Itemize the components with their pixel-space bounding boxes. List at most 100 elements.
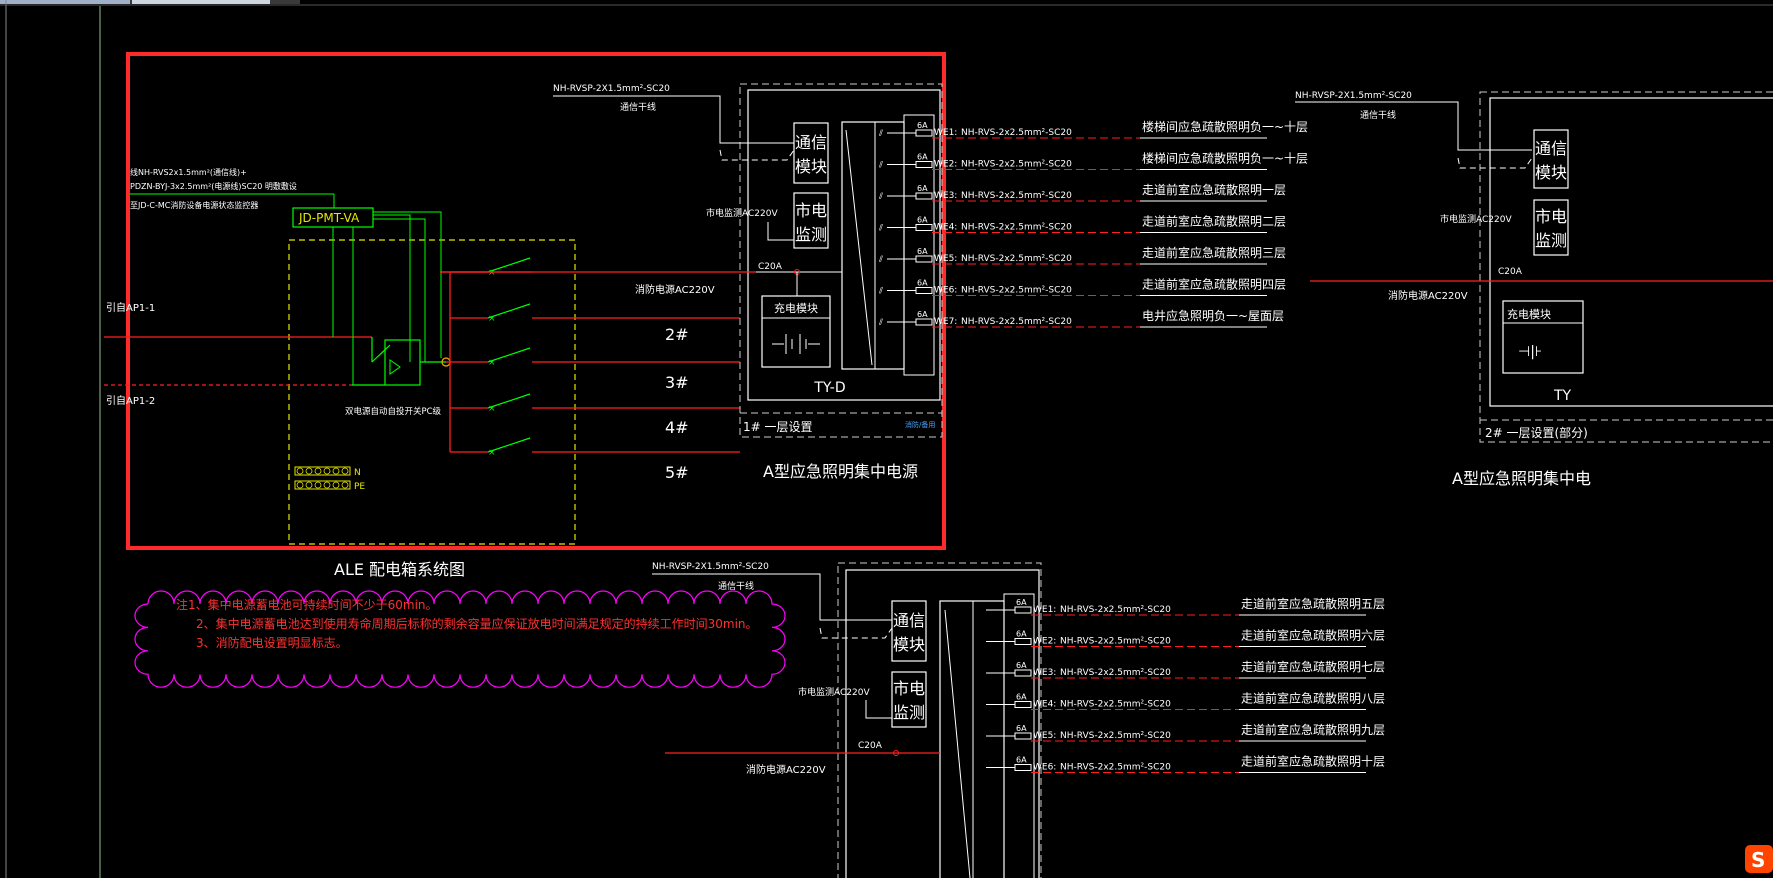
busbar-terminal-0-1 — [305, 467, 313, 475]
unit3-city-label-2: 监测 — [893, 703, 925, 722]
unit3-circuit-cable-3: NH-RVS-2x2.5mm²-SC20 — [1060, 668, 1171, 678]
busbar-terminal-1-5 — [341, 481, 349, 489]
pe-bus-label: PE — [354, 482, 365, 492]
unit3-city-label: 市电 — [893, 679, 925, 698]
unit3-fuse-1 — [1014, 606, 1032, 614]
cable-note-3: 至JD-C-MC消防设备电源状态监控器 — [130, 200, 258, 210]
busbar-terminal-0-3 — [323, 467, 331, 475]
unit1-circuit-desc-2: 楼梯间应急疏散照明负一~十层 — [1142, 151, 1308, 166]
unit3-fuse-rating-1: 6A — [1016, 598, 1027, 607]
unit1-tag: 消防/备用 — [905, 420, 935, 429]
unit1-comm-wire — [553, 95, 794, 144]
cable-note-1: 线NH-RVS2x1.5mm²(通信线)+ — [130, 167, 247, 177]
unit2-comm-wire — [1295, 101, 1532, 151]
unit3-circuits: 6A WE1: NH-RVS-2x2.5mm²-SC20 走道前室应急疏散照明五层 6A… — [986, 596, 1385, 774]
unit1-circuit-desc-5: 走道前室应急疏散照明三层 — [1142, 245, 1286, 260]
unit2-fire-label: 消防电源AC220V — [1388, 289, 1468, 302]
unit1-switch-glyph-4: ⫽ — [878, 224, 883, 234]
unit2-city-power: 市电监测AC220V — [1440, 213, 1512, 225]
unit1-fuse-4 — [915, 224, 933, 231]
unit1-circuit-id-4: WE4: — [934, 223, 957, 233]
unit2-comm-dashed — [1457, 157, 1533, 169]
emergency-unit-2: NH-RVSP-2X1.5mm²-SC20 通信干线 通信 模块 市电 监测 市… — [1295, 91, 1773, 488]
monitor-tap-5 — [373, 211, 442, 358]
unit3-comm-dashed — [819, 627, 893, 639]
unit3-circuit-desc-5: 走道前室应急疏散照明九层 — [1241, 722, 1385, 737]
unit2-caption: A型应急照明集中电 — [1452, 469, 1591, 488]
unit3-circuit-desc-1: 走道前室应急疏散照明五层 — [1241, 596, 1385, 611]
ale-box-title: ALE 配电箱系统图 — [334, 560, 465, 579]
unit3-fuse-rating-4: 6A — [1016, 693, 1027, 702]
unit3-fuse-4 — [1014, 701, 1032, 708]
unit1-fuse-5 — [915, 255, 933, 263]
cad-drawing-canvas[interactable]: 引自AP1-1 引自AP1-2 双电源自动自投开关PC级 JD-PMT-VA 线… — [0, 0, 1773, 878]
unit3-circuit-id-4: WE4: — [1033, 700, 1056, 710]
unit1-comm-trunk: 通信干线 — [620, 101, 656, 113]
fire-power-label: 消防电源AC220V — [635, 283, 715, 296]
unit2-city-label: 市电 — [1535, 207, 1567, 226]
notes-revision-cloud: 注1、集中电源蓄电池可持续时间不少于60min。 2、集中电源蓄电池达到使用寿命… — [134, 590, 786, 688]
battery-symbol — [772, 334, 820, 354]
unit1-circuit-id-5: WE5: — [934, 254, 957, 264]
inverter-diagonal — [845, 129, 873, 366]
unit3-city-power: 市电监测AC220V — [798, 686, 870, 698]
unit3-city-wire — [865, 700, 892, 719]
unit1-cabinet — [747, 89, 941, 401]
unit1-fuse-6 — [915, 287, 933, 294]
monitor-module-label: JD-PMT-VA — [298, 211, 360, 225]
unit3-fuse-5 — [1014, 732, 1032, 740]
unit1-circuit-desc-7: 电井应急照明负一~屋面层 — [1142, 308, 1284, 323]
unit1-switch-glyph-1: ⫽ — [878, 129, 883, 139]
unit3-fuse-rating-3: 6A — [1016, 661, 1027, 670]
unit2-outline — [1479, 91, 1773, 443]
busbar-terminal-0-4 — [332, 467, 340, 475]
unit1-caption: A型应急照明集中电源 — [763, 462, 918, 481]
unit1-circuit-id-7: WE7: — [934, 317, 957, 327]
busbar-terminal-0-0 — [296, 467, 304, 475]
unit1-fuse-rating-4: 6A — [917, 216, 928, 225]
busbar-terminal-1-2 — [314, 481, 322, 489]
ime-logo-letter: S — [1751, 848, 1765, 872]
unit3-inverter-diagonal — [944, 609, 971, 878]
unit1-fuse-2 — [915, 161, 933, 168]
unit3-circuit-cable-6: NH-RVS-2x2.5mm²-SC20 — [1060, 763, 1171, 773]
unit1-fuse-7 — [915, 318, 933, 326]
unit3-fuse-2 — [1014, 638, 1032, 645]
unit1-switch-glyph-3: ⫽ — [878, 192, 883, 202]
unit1-circuit-desc-1: 楼梯间应急疏散照明负一~十层 — [1142, 119, 1308, 134]
unit2-code: TY — [1553, 388, 1572, 404]
ats-symbol — [389, 359, 401, 375]
unit1-circuit-desc-6: 走道前室应急疏散照明四层 — [1142, 277, 1286, 292]
breaker-mark-1: × — [488, 268, 496, 278]
unit3-comm-cable: NH-RVSP-2X1.5mm²-SC20 — [652, 562, 769, 572]
unit1-fuse-rating-7: 6A — [917, 310, 928, 319]
ats-label: 双电源自动自投开关PC级 — [345, 406, 442, 417]
unit1-fuse-rating-2: 6A — [917, 153, 928, 162]
feeder-label-2: 引自AP1-2 — [106, 394, 155, 407]
city-module-label: 市电 — [795, 201, 827, 220]
unit3-fuse-rating-5: 6A — [1016, 724, 1027, 733]
unit1-circuit-id-3: WE3: — [934, 191, 957, 201]
unit1-breaker-label: C20A — [758, 262, 783, 272]
breaker-mark-5: × — [488, 448, 496, 458]
inverter-panel — [841, 121, 905, 370]
outgoing-number-5: 5# — [665, 463, 689, 482]
cable-note-2: PDZN-BYJ-3x2.5mm²(电源线)SC20 明敷敷设 — [130, 181, 297, 191]
unit2-charge-label: 充电模块 — [1507, 307, 1551, 321]
unit1-comm-dashed — [719, 149, 795, 161]
unit1-circuit-desc-4: 走道前室应急疏散照明二层 — [1142, 214, 1286, 229]
outgoing-number-4: 4# — [665, 418, 689, 437]
unit3-circuit-cable-5: NH-RVS-2x2.5mm²-SC20 — [1060, 731, 1171, 741]
unit1-fuse-rating-3: 6A — [917, 184, 928, 193]
unit3-fire-label: 消防电源AC220V — [746, 763, 826, 776]
unit3-circuit-id-1: WE1: — [1033, 605, 1056, 615]
unit2-city-label-2: 监测 — [1535, 231, 1567, 250]
unit3-circuit-cable-1: NH-RVS-2x2.5mm²-SC20 — [1060, 605, 1171, 615]
busbar-terminal-1-4 — [332, 481, 340, 489]
busbar-terminal-1-0 — [296, 481, 304, 489]
busbar-terminals — [296, 467, 349, 489]
unit1-circuit-cable-3: NH-RVS-2x2.5mm²-SC20 — [961, 191, 1072, 201]
busbar-terminal-1-3 — [323, 481, 331, 489]
ale-box-outline — [288, 239, 576, 545]
unit1-fuse-rating-6: 6A — [917, 279, 928, 288]
